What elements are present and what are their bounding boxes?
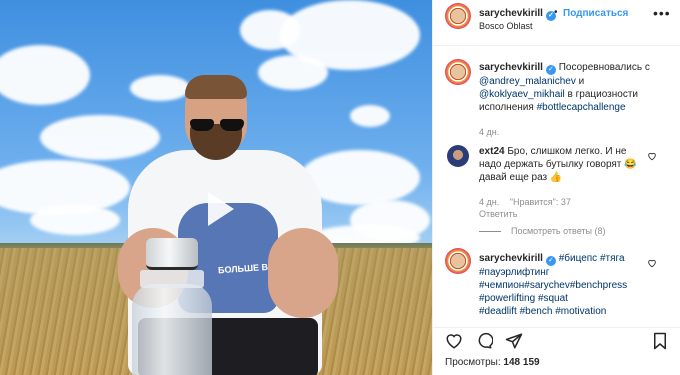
hashtag-link[interactable]: #чемпион [479, 280, 524, 291]
share-icon[interactable] [505, 332, 523, 350]
hashtag-link[interactable]: #тяга [600, 253, 625, 264]
follow-button[interactable]: Подписаться [563, 8, 628, 19]
caption-time: 4 дн. [479, 127, 507, 137]
author-username[interactable]: sarychevkirill ✓ [479, 8, 556, 21]
post-video[interactable]: БОЛЬШЕ ВСЕХ [0, 0, 432, 375]
hashtag-link[interactable]: #бицепс [559, 253, 597, 264]
mention-link[interactable]: @andrey_malanichev [479, 76, 576, 87]
caption-author-avatar[interactable] [445, 59, 471, 85]
like-comment-icon[interactable] [647, 258, 657, 268]
hashtag-link[interactable]: #пауэрлифтинг [479, 267, 549, 278]
location-link[interactable]: Bosco Oblast [479, 21, 533, 31]
separator-dot: • [554, 7, 558, 18]
right-arm [268, 228, 338, 318]
mention-link[interactable]: @koklyaev_mikhail [479, 89, 565, 100]
emoji: 😂 [624, 159, 637, 170]
emoji: 👍 [549, 172, 563, 183]
comments-list: sarychevkirill ✓ Посоревновались с @andre… [433, 47, 680, 327]
hashtag-link[interactable]: #deadlift [479, 306, 517, 317]
author-username-text[interactable]: sarychevkirill [479, 8, 543, 19]
comment-meta: 4 дн. "Нравится": 37 [479, 197, 579, 207]
water-bottle [132, 238, 212, 375]
caption-conjunction: и [578, 76, 585, 87]
more-options-icon[interactable]: ••• [653, 5, 671, 21]
sunglasses [190, 119, 244, 131]
like-comment-icon[interactable] [647, 151, 657, 161]
verified-icon: ✓ [545, 256, 556, 266]
caption-body: Посоревновались с [558, 62, 650, 73]
hashtag-link[interactable]: #squat [538, 293, 568, 304]
caption-text: sarychevkirill ✓ Посоревновались с @andre… [479, 61, 659, 114]
hashtag-link[interactable]: #motivation [555, 306, 606, 317]
hashtags-comment: sarychevkirill ✓ #бицепс #тяга #пауэрлифт… [479, 252, 659, 318]
author-avatar[interactable] [445, 3, 471, 29]
comment-likes[interactable]: "Нравится": 37 [510, 197, 571, 207]
views-label: Просмотры: [445, 357, 501, 368]
hashtag-link[interactable]: #bench [520, 306, 553, 317]
comment-text: ext24 Бро, слишком легко. И не надо держ… [479, 145, 644, 184]
cloud [350, 105, 390, 127]
comment-timestamp[interactable]: 4 дн. [479, 197, 499, 207]
view-replies-label[interactable]: Посмотреть ответы (8) [511, 226, 606, 236]
comment-username[interactable]: sarychevkirill [479, 253, 543, 264]
views-count: 148 159 [503, 357, 540, 368]
comment-reply-row: Ответить [479, 209, 525, 219]
views-counter: Просмотры: 148 159 [445, 357, 540, 368]
bottle-cap [146, 238, 198, 270]
play-icon [208, 192, 234, 226]
post-sidebar: sarychevkirill ✓ • Подписаться Bosco Obla… [432, 0, 680, 375]
comment-body-2: давай еще раз [479, 172, 548, 183]
view-replies-button[interactable]: Посмотреть ответы (8) [479, 226, 606, 236]
verified-icon: ✓ [545, 65, 556, 75]
heart-icon[interactable] [445, 332, 463, 350]
commenter-avatar[interactable] [447, 145, 469, 167]
hashtag-link[interactable]: #benchpress [570, 280, 627, 291]
post-header: sarychevkirill ✓ • Подписаться Bosco Obla… [433, 0, 680, 46]
hashtag-link[interactable]: #bottlecapchallenge [537, 102, 626, 113]
caption-username[interactable]: sarychevkirill [479, 62, 543, 73]
play-button[interactable] [190, 182, 244, 236]
comment-author-avatar[interactable] [445, 248, 471, 274]
hair [185, 75, 247, 99]
hashtag-link[interactable]: #powerlifting [479, 293, 535, 304]
hashtag-link[interactable]: #sarychev [524, 280, 570, 291]
commenter-username[interactable]: ext24 [479, 146, 505, 157]
reply-button[interactable]: Ответить [479, 209, 517, 219]
post-actions: Просмотры: 148 159 [433, 327, 680, 375]
cloud [30, 205, 120, 235]
comment-icon[interactable] [475, 332, 493, 350]
caption-timestamp[interactable]: 4 дн. [479, 127, 499, 137]
bookmark-icon[interactable] [651, 332, 669, 350]
